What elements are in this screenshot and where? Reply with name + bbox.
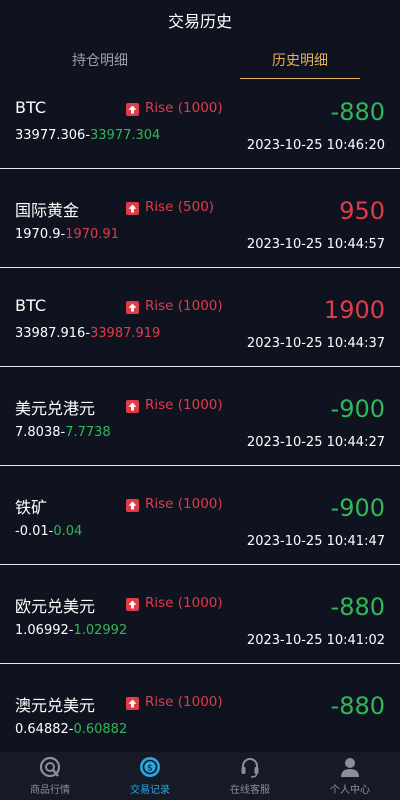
open-price: 7.8038 [15,425,61,440]
instrument-name: BTC [15,296,46,315]
direction-badge: Rise (1000) [126,595,223,611]
nav-support[interactable]: 在线客服 [200,752,300,800]
direction-badge: Rise (1000) [126,100,223,116]
open-price: 1.06992 [15,623,69,638]
instrument-name: 澳元兑美元 [15,696,96,715]
open-price: -0.01 [15,524,49,539]
trade-record-icon: $ [140,757,160,777]
trade-record-row[interactable]: 国际黄金 Rise (500) 1970.9-1970.91 950 2023-… [0,169,400,268]
instrument-name: 欧元兑美元 [15,597,96,616]
trade-time: 2023-10-25 10:41:47 [246,534,385,549]
instrument-name: BTC [15,98,46,117]
arrow-up-icon [126,102,139,116]
price-range: 0.64882-0.60882 [15,722,128,737]
trade-time: 2023-10-25 10:44:57 [246,237,385,252]
open-price: 33987.916 [15,326,86,341]
open-price: 1970.9 [15,227,61,242]
profit-loss: -900 [330,494,385,522]
instrument-name: 国际黄金 [15,201,80,220]
trade-record-row[interactable]: BTC Rise (1000) 33977.306-33977.304 -880… [0,70,400,169]
direction-badge: Rise (1000) [126,496,223,512]
direction-label: Rise (1000) [145,496,223,512]
nav-market[interactable]: 商品行情 [0,752,100,800]
instrument-name: 美元兑港元 [15,399,96,418]
close-price: 33977.304 [90,128,161,143]
profit-loss: -880 [330,98,385,126]
bottom-nav: 商品行情 $ 交易记录 在线客服 个人中心 [0,752,400,800]
trade-time: 2023-10-25 10:44:27 [246,435,385,450]
trade-record-row[interactable]: 欧元兑美元 Rise (1000) 1.06992-1.02992 -880 2… [0,565,400,664]
arrow-up-icon [126,201,139,215]
direction-label: Rise (1000) [145,298,223,314]
close-price: 7.7738 [65,425,111,440]
page-title: 交易历史 [167,12,232,31]
trade-time: 2023-10-25 10:44:37 [246,336,385,351]
trade-record-row[interactable]: 美元兑港元 Rise (1000) 7.8038-7.7738 -900 202… [0,367,400,466]
page-header: 交易历史 [0,0,400,40]
market-icon [39,756,61,778]
close-price: 33987.919 [90,326,161,341]
open-price: 33977.306 [15,128,86,143]
arrow-up-icon [126,399,139,413]
profit-loss: -880 [330,692,385,720]
trade-record-row[interactable]: BTC Rise (1000) 33987.916-33987.919 1900… [0,268,400,367]
close-price: 1970.91 [65,227,119,242]
direction-badge: Rise (1000) [126,397,223,413]
trade-record-row[interactable]: 澳元兑美元 Rise (1000) 0.64882-0.60882 -880 [0,664,400,752]
direction-label: Rise (1000) [145,694,223,710]
trade-time: 2023-10-25 10:41:02 [246,633,385,648]
profit-loss: 1900 [323,296,385,324]
direction-label: Rise (1000) [145,595,223,611]
price-range: 1970.9-1970.91 [15,227,119,242]
close-price: 0.04 [53,524,83,539]
svg-text:$: $ [147,764,153,774]
history-list: BTC Rise (1000) 33977.306-33977.304 -880… [0,70,400,752]
trade-time: 2023-10-25 10:46:20 [246,138,385,153]
price-range: 33977.306-33977.304 [15,128,161,143]
arrow-up-icon [126,300,139,314]
price-range: 7.8038-7.7738 [15,425,111,440]
price-range: -0.01-0.04 [15,524,83,539]
arrow-up-icon [126,696,139,710]
headset-icon [241,758,259,778]
close-price: 0.60882 [73,722,128,737]
direction-badge: Rise (500) [126,199,214,215]
nav-profile[interactable]: 个人中心 [300,752,400,800]
price-range: 33987.916-33987.919 [15,326,161,341]
instrument-name: 铁矿 [15,498,48,517]
direction-label: Rise (1000) [145,397,223,413]
direction-label: Rise (1000) [145,100,223,116]
price-range: 1.06992-1.02992 [15,623,128,638]
profit-loss: -880 [330,593,385,621]
nav-trade-records[interactable]: $ 交易记录 [100,752,200,800]
trade-record-row[interactable]: 铁矿 Rise (1000) -0.01-0.04 -900 2023-10-2… [0,466,400,565]
direction-label: Rise (500) [145,199,215,215]
arrow-up-icon [126,498,139,512]
direction-badge: Rise (1000) [126,694,223,710]
profit-loss: 950 [339,197,385,225]
close-price: 1.02992 [73,623,128,638]
profit-loss: -900 [330,395,385,423]
direction-badge: Rise (1000) [126,298,223,314]
user-icon [341,758,359,777]
arrow-up-icon [126,597,139,611]
open-price: 0.64882 [15,722,69,737]
